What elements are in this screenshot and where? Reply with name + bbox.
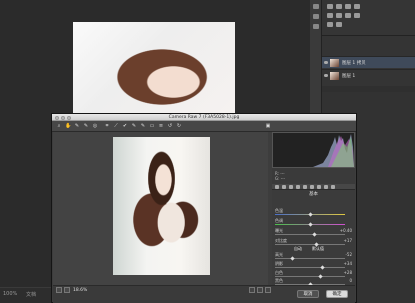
eye-icon[interactable] [324, 74, 328, 77]
zoom-in-button[interactable] [64, 287, 70, 293]
panel-title: 基本 [309, 192, 318, 197]
straighten-icon[interactable]: ⟋ [113, 124, 119, 129]
slider-track[interactable] [275, 234, 345, 235]
rotate-left-icon[interactable]: ↺ [167, 124, 173, 129]
histogram-graph [273, 134, 354, 167]
info-g: G: --- [275, 176, 286, 181]
lens-tab-icon[interactable] [310, 185, 314, 189]
dialog-bottom-bar: 18.6% 取消 确定 [53, 285, 355, 303]
slider-tint[interactable]: 色调 [275, 218, 352, 227]
swap-button[interactable] [257, 287, 263, 293]
brightness-icon[interactable] [327, 4, 333, 9]
target-adjust-icon[interactable]: ◎ [92, 124, 98, 129]
levels-icon[interactable] [336, 4, 342, 9]
slider-whites[interactable]: 白色 +28 [275, 270, 352, 279]
bw-icon[interactable] [354, 13, 360, 18]
camera-calibration-tab-icon[interactable] [324, 185, 328, 189]
slider-highlights[interactable]: 高光 -52 [275, 252, 352, 261]
layer-thumbnail [330, 59, 339, 67]
red-eye-icon[interactable]: ✎ [131, 124, 137, 129]
status-doc: 文档 [26, 292, 37, 298]
slider-track[interactable] [275, 267, 345, 268]
zoom-out-button[interactable] [56, 287, 62, 293]
slider-value[interactable]: -52 [345, 252, 352, 257]
zoom-tool-icon[interactable]: ⌕ [56, 124, 62, 129]
hsl-tab-icon[interactable] [296, 185, 300, 189]
curves-icon[interactable] [345, 4, 351, 9]
layer-row[interactable]: 图层 1 [322, 69, 415, 81]
history-icon[interactable] [313, 4, 319, 9]
adjustment-brush-icon[interactable]: ✎ [140, 124, 146, 129]
zoom-level[interactable]: 18.6% [73, 288, 87, 293]
preview-photo [113, 137, 210, 275]
slider-knob[interactable] [290, 255, 295, 261]
camera-raw-dialog: Camera Raw 7 (F3A5028-1).jpg ⌕ ✋ ✎ ✎ ◎ ⌗… [51, 113, 357, 303]
layers-panel: 图层 1 拷贝 图层 1 [322, 36, 415, 86]
slider-track[interactable] [275, 258, 345, 259]
slider-shadows[interactable]: 阴影 +34 [275, 261, 352, 270]
adjustments-panel [322, 0, 415, 36]
exposure-icon[interactable] [354, 4, 360, 9]
slider-track[interactable] [275, 276, 345, 277]
preview-area [53, 132, 268, 285]
brush-icon[interactable] [313, 24, 319, 29]
preferences-icon[interactable]: ≡ [158, 124, 164, 129]
layer-name: 图层 1 [342, 74, 356, 79]
fullscreen-icon[interactable]: ▣ [265, 124, 271, 129]
white-balance-icon[interactable]: ✎ [74, 124, 80, 129]
layer-name: 图层 1 拷贝 [342, 61, 366, 66]
posterize-icon[interactable] [336, 22, 342, 27]
color-sampler-icon[interactable]: ✎ [83, 124, 89, 129]
crop-icon[interactable]: ⌗ [104, 124, 110, 129]
layer-thumbnail [330, 72, 339, 80]
status-bar: 100% 文档 [0, 287, 55, 303]
slider-track[interactable] [275, 244, 345, 245]
status-zoom: 100% [3, 291, 18, 297]
dialog-titlebar: Camera Raw 7 (F3A5028-1).jpg [52, 114, 356, 121]
slider-exposure[interactable]: 曝光 +0.40 [275, 228, 352, 237]
before-after-button[interactable] [249, 287, 255, 293]
document-photo [73, 22, 235, 122]
graduated-filter-icon[interactable]: ▭ [149, 124, 155, 129]
basic-tab-icon[interactable] [275, 185, 279, 189]
color-balance-icon[interactable] [345, 13, 351, 18]
layers-footer [322, 86, 415, 92]
rotate-right-icon[interactable]: ↻ [176, 124, 182, 129]
presets-tab-icon[interactable] [331, 185, 335, 189]
slider-temp[interactable]: 色温 [275, 208, 352, 217]
slider-value[interactable]: 0 [349, 278, 352, 283]
slider-value[interactable]: +0.40 [340, 228, 352, 233]
eye-icon[interactable] [324, 61, 328, 64]
vibrance-icon[interactable] [327, 13, 333, 18]
slider-value[interactable]: +28 [344, 270, 352, 275]
dialog-title: Camera Raw 7 (F3A5028-1).jpg [168, 114, 240, 120]
camera-info: R: --- G: --- [272, 168, 355, 184]
split-toning-tab-icon[interactable] [303, 185, 307, 189]
tone-curve-tab-icon[interactable] [282, 185, 286, 189]
slider-knob[interactable] [314, 241, 319, 247]
invert-icon[interactable] [327, 22, 333, 27]
slider-value[interactable]: +17 [344, 238, 352, 243]
slider-knob[interactable] [308, 221, 313, 227]
slider-contrast[interactable]: 对比度 +17 [275, 238, 352, 247]
cancel-button[interactable]: 取消 [297, 290, 319, 298]
layer-row[interactable]: 图层 1 拷贝 [322, 56, 415, 68]
slider-knob[interactable] [320, 264, 325, 270]
slider-value[interactable]: +34 [344, 261, 352, 266]
detail-tab-icon[interactable] [289, 185, 293, 189]
raw-toolbar: ⌕ ✋ ✎ ✎ ◎ ⌗ ⟋ ✔ ✎ ✎ ▭ ≡ ↺ ↻ ▣ [52, 121, 356, 132]
copy-settings-button[interactable] [265, 287, 271, 293]
hand-tool-icon[interactable]: ✋ [65, 124, 71, 129]
effects-tab-icon[interactable] [317, 185, 321, 189]
hue-icon[interactable] [336, 13, 342, 18]
slider-knob[interactable] [312, 231, 317, 237]
slider-knob[interactable] [308, 211, 313, 217]
basic-panel: 基本 色温 色调 自动 默认值 曝光 +0.40 对比度 +17 高光 -52 … [272, 190, 355, 287]
spot-removal-icon[interactable]: ✔ [122, 124, 128, 129]
properties-icon[interactable] [313, 14, 319, 19]
ok-button[interactable]: 确定 [326, 290, 348, 298]
histogram [272, 132, 355, 168]
